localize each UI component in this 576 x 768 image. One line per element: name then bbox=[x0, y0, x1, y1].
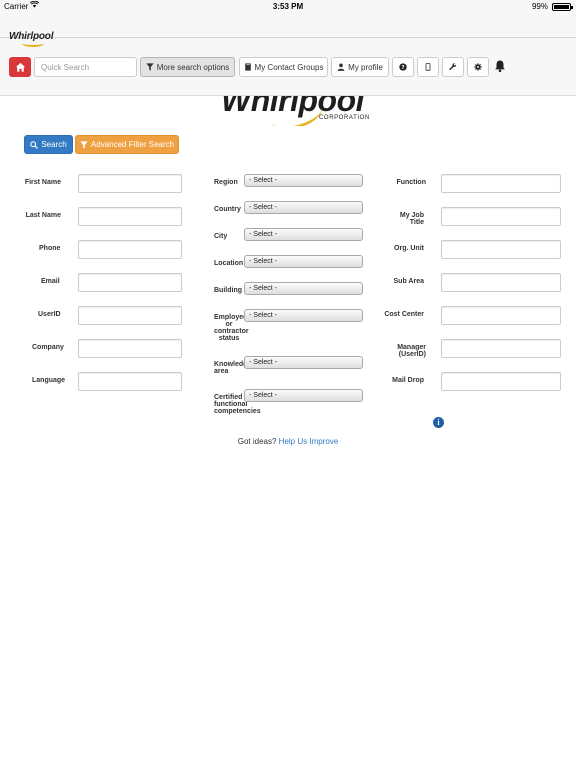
user-icon bbox=[337, 63, 345, 71]
search-button[interactable]: Search bbox=[24, 135, 73, 154]
mobile-phone-icon bbox=[425, 63, 431, 71]
last-name-label: Last Name bbox=[25, 212, 61, 219]
feedback-prompt: Got ideas? bbox=[237, 437, 277, 446]
language-field[interactable] bbox=[78, 372, 182, 391]
sub-area-label: Sub Area bbox=[393, 278, 424, 285]
my-profile-label: My profile bbox=[348, 62, 383, 72]
function-label: Function bbox=[396, 179, 426, 186]
app-header bbox=[0, 14, 576, 96]
more-search-options-button[interactable]: More search options bbox=[140, 57, 235, 77]
logo-swoosh-icon bbox=[22, 40, 44, 47]
phone-field[interactable] bbox=[78, 240, 182, 259]
region-select[interactable]: - Select - bbox=[244, 174, 363, 187]
building-select[interactable]: - Select - bbox=[244, 282, 363, 295]
userid-label: UserID bbox=[38, 311, 61, 318]
mail-drop-field[interactable] bbox=[441, 372, 561, 391]
mobile-button[interactable] bbox=[417, 57, 439, 77]
wrench-icon bbox=[449, 63, 457, 70]
my-contact-groups-label: My Contact Groups bbox=[254, 62, 324, 72]
info-icon[interactable]: i bbox=[433, 417, 444, 428]
header-divider bbox=[0, 37, 576, 38]
building-label: Building bbox=[214, 287, 242, 294]
language-label: Language bbox=[32, 377, 66, 384]
org-unit-label: Org. Unit bbox=[394, 245, 424, 252]
region-label: Region bbox=[214, 179, 238, 186]
manager-field[interactable] bbox=[441, 339, 561, 358]
quick-search-input[interactable] bbox=[34, 57, 137, 77]
location-select[interactable]: - Select - bbox=[244, 255, 363, 268]
filter-icon bbox=[80, 140, 88, 149]
help-us-improve-link[interactable]: Help Us Improve bbox=[279, 437, 339, 446]
country-select[interactable]: - Select - bbox=[244, 201, 363, 214]
first-name-label: First Name bbox=[24, 179, 61, 186]
question-icon: ? bbox=[399, 63, 407, 71]
knowledge-area-select[interactable]: - Select - bbox=[244, 356, 363, 369]
knowledge-area-label: Knowledge area bbox=[214, 361, 252, 375]
header-logo[interactable]: Whirlpool bbox=[9, 31, 54, 47]
search-button-label: Search bbox=[41, 140, 67, 149]
manager-label: Manager (UserID) bbox=[397, 344, 426, 358]
more-search-options-label: More search options bbox=[156, 62, 230, 72]
org-unit-field[interactable] bbox=[441, 240, 561, 259]
last-name-field[interactable] bbox=[78, 207, 182, 226]
city-label: City bbox=[214, 233, 228, 240]
brand-logo-sub: CORPORATION bbox=[319, 115, 370, 121]
function-field[interactable] bbox=[441, 174, 561, 193]
bell-icon[interactable] bbox=[493, 59, 507, 73]
feedback-footer: Got ideas? Help Us Improve bbox=[0, 437, 576, 446]
brand-logo: Whirlpool CORPORATION bbox=[219, 96, 379, 126]
mail-drop-label: Mail Drop bbox=[392, 377, 424, 384]
first-name-field[interactable] bbox=[78, 174, 182, 193]
employee-status-label: Employee or contractor status bbox=[214, 314, 249, 342]
employee-status-select[interactable]: - Select - bbox=[244, 309, 363, 322]
battery-percent: 99% bbox=[531, 2, 548, 11]
status-bar: Carrier 3:53 PM 99% bbox=[0, 0, 576, 14]
battery-icon bbox=[552, 3, 573, 11]
home-icon bbox=[15, 62, 25, 72]
sub-area-field[interactable] bbox=[441, 273, 561, 292]
settings-button[interactable] bbox=[467, 57, 489, 77]
filter-icon bbox=[146, 63, 154, 71]
company-label: Company bbox=[32, 344, 64, 351]
country-label: Country bbox=[214, 206, 241, 213]
location-label: Location bbox=[214, 260, 244, 267]
email-field[interactable] bbox=[78, 273, 182, 292]
cost-center-label: Cost Center bbox=[384, 311, 424, 318]
gear-icon bbox=[474, 63, 482, 71]
cost-center-field[interactable] bbox=[441, 306, 561, 325]
advanced-filter-search-button[interactable]: Advanced Filter Search bbox=[75, 135, 179, 154]
userid-field[interactable] bbox=[78, 306, 182, 325]
battery-fill bbox=[554, 5, 569, 9]
tools-button[interactable] bbox=[442, 57, 464, 77]
job-title-field[interactable] bbox=[441, 207, 561, 226]
city-select[interactable]: - Select - bbox=[244, 228, 363, 241]
my-contact-groups-button[interactable]: My Contact Groups bbox=[239, 57, 328, 77]
advanced-filter-search-label: Advanced Filter Search bbox=[90, 140, 175, 149]
job-title-label: My Job Title bbox=[399, 212, 424, 226]
svg-text:?: ? bbox=[401, 65, 404, 71]
home-button[interactable] bbox=[9, 57, 31, 77]
clock: 3:53 PM bbox=[272, 2, 304, 11]
help-button[interactable]: ? bbox=[392, 57, 414, 77]
email-label: Email bbox=[41, 278, 60, 285]
book-icon bbox=[244, 63, 251, 71]
search-icon bbox=[30, 140, 39, 149]
phone-label: Phone bbox=[39, 245, 61, 252]
certified-competencies-select[interactable]: - Select - bbox=[244, 389, 363, 402]
my-profile-button[interactable]: My profile bbox=[331, 57, 389, 77]
company-field[interactable] bbox=[78, 339, 182, 358]
